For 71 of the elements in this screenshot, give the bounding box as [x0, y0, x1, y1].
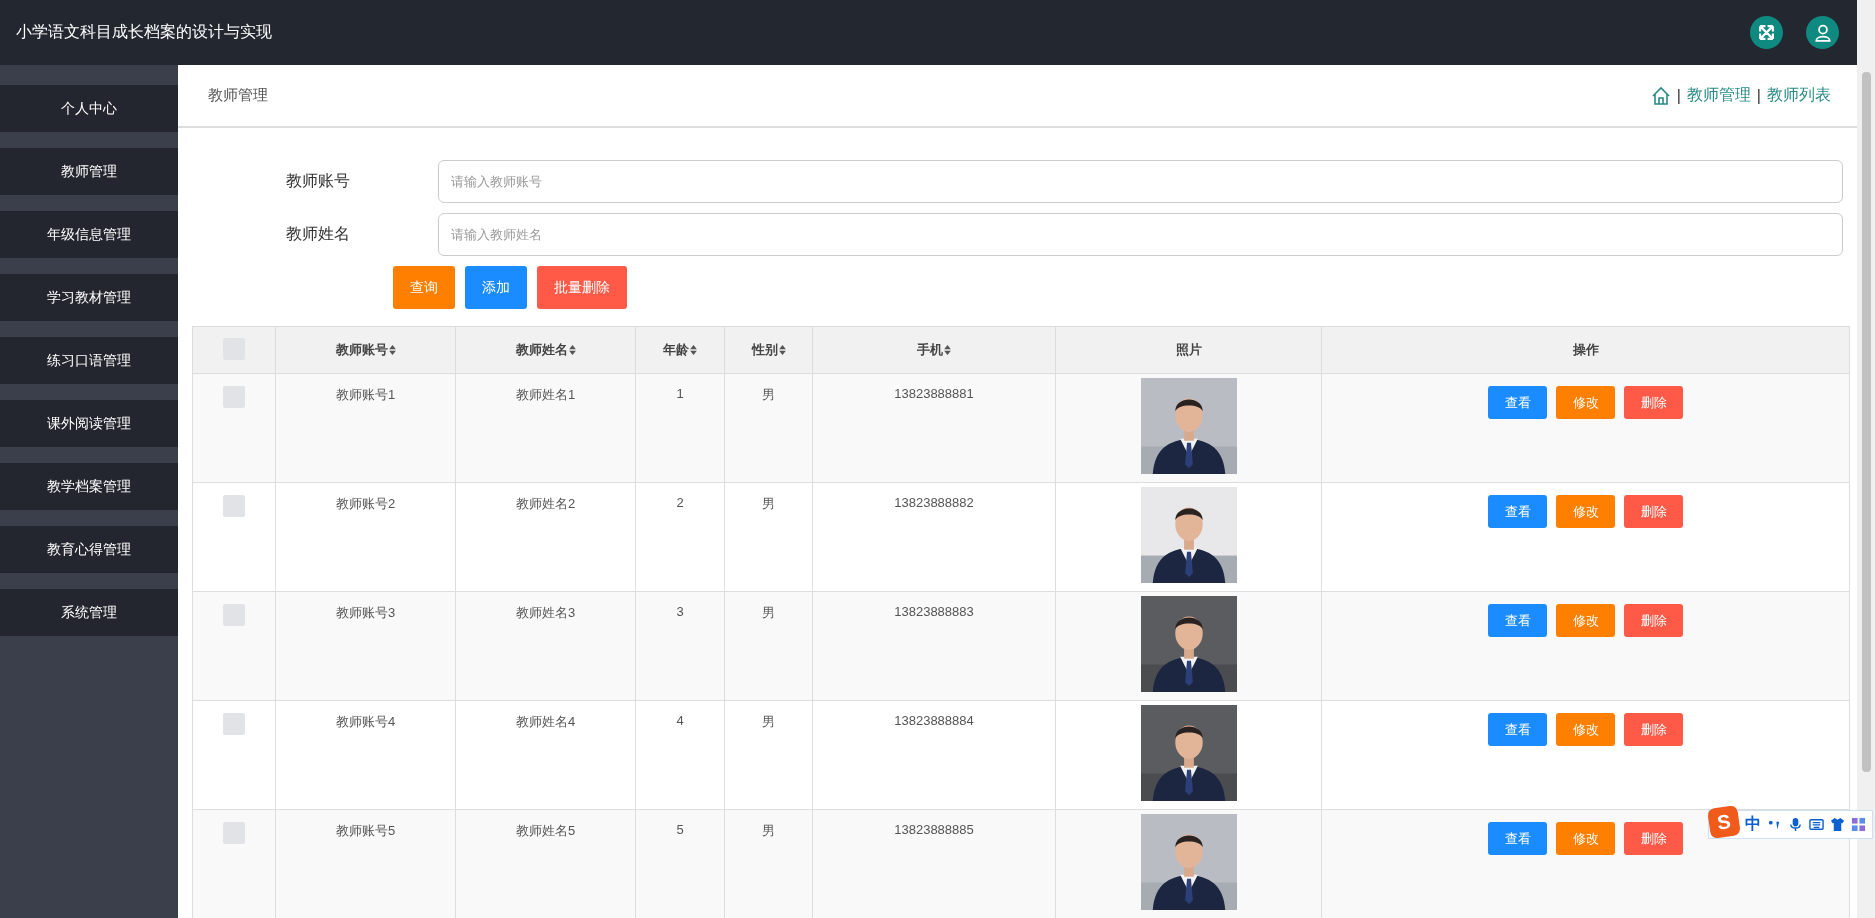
table-cell: 教师姓名1: [515, 386, 576, 404]
ime-logo[interactable]: S: [1707, 804, 1741, 839]
sidebar-item[interactable]: 教学档案管理: [0, 463, 178, 510]
table-cell: 教师姓名5: [515, 822, 576, 840]
table-cell: 13823888882: [894, 495, 974, 510]
edit-button[interactable]: 修改: [1556, 495, 1615, 528]
table-cell: 教师账号2: [335, 495, 396, 513]
delete-button[interactable]: 删除: [1624, 604, 1683, 637]
sidebar-item[interactable]: 年级信息管理: [0, 211, 178, 258]
column-header[interactable]: 教师账号: [335, 341, 388, 359]
column-header[interactable]: 性别: [751, 341, 778, 359]
column-header[interactable]: 教师姓名: [515, 341, 568, 359]
edit-button[interactable]: 修改: [1556, 386, 1615, 419]
app-title: 小学语文科目成长档案的设计与实现: [16, 22, 273, 42]
table-cell: 男: [762, 386, 775, 404]
table-cell: 13823888883: [894, 604, 974, 619]
batch-delete-button[interactable]: 批量删除: [537, 266, 627, 309]
column-header: 照片: [1175, 341, 1202, 359]
table-cell: 教师账号3: [335, 604, 396, 622]
search-field[interactable]: 请输入教师姓名: [438, 213, 1843, 256]
table-cell: 男: [762, 822, 775, 840]
table-cell: 男: [762, 713, 775, 731]
table-cell: 男: [762, 495, 775, 513]
table-cell: 3: [676, 604, 684, 619]
field-label: 教师姓名: [286, 224, 351, 244]
edit-button[interactable]: 修改: [1556, 713, 1615, 746]
page-title: 教师管理: [208, 86, 269, 105]
sidebar-item[interactable]: 练习口语管理: [0, 337, 178, 384]
table-cell: 教师账号5: [335, 822, 396, 840]
view-button[interactable]: 查看: [1488, 386, 1547, 419]
view-button[interactable]: 查看: [1488, 604, 1547, 637]
sidebar-item[interactable]: 个人中心: [0, 85, 178, 132]
search-button[interactable]: 查询: [393, 266, 455, 309]
table-cell: 1: [676, 386, 684, 401]
table-cell: 13823888884: [894, 713, 974, 728]
add-button[interactable]: 添加: [465, 266, 527, 309]
edit-button[interactable]: 修改: [1556, 822, 1615, 855]
breadcrumb-separator: |: [1756, 86, 1761, 105]
breadcrumb-separator: |: [1676, 86, 1681, 105]
breadcrumb-link[interactable]: 教师管理: [1686, 85, 1751, 106]
delete-button[interactable]: 删除: [1624, 713, 1683, 746]
table-cell: 教师账号4: [335, 713, 396, 731]
breadcrumb-link[interactable]: 教师列表: [1767, 85, 1831, 106]
column-header[interactable]: 手机: [917, 341, 943, 359]
table-cell: 2: [676, 495, 684, 510]
delete-button[interactable]: 删除: [1624, 495, 1683, 528]
sidebar-item[interactable]: 系统管理: [0, 589, 178, 636]
table-cell: 5: [676, 822, 684, 837]
delete-button[interactable]: 删除: [1624, 386, 1683, 419]
sidebar-item[interactable]: 学习教材管理: [0, 274, 178, 321]
input-mode-toggle[interactable]: 中: [1745, 814, 1761, 835]
sidebar-item[interactable]: 课外阅读管理: [0, 400, 178, 447]
edit-button[interactable]: 修改: [1556, 604, 1615, 637]
table-cell: 13823888885: [894, 822, 974, 837]
table-cell: 13823888881: [894, 386, 974, 401]
table-cell: 男: [762, 604, 775, 622]
view-button[interactable]: 查看: [1488, 495, 1547, 528]
table-cell: 教师账号1: [335, 386, 396, 404]
table-cell: 教师姓名3: [515, 604, 576, 622]
sidebar-item[interactable]: 教师管理: [0, 148, 178, 195]
column-header[interactable]: 年龄: [663, 341, 689, 359]
view-button[interactable]: 查看: [1488, 713, 1547, 746]
sidebar-item[interactable]: 教育心得管理: [0, 526, 178, 573]
table-cell: 教师姓名2: [515, 495, 576, 513]
field-label: 教师账号: [286, 171, 351, 191]
table-cell: 教师姓名4: [515, 713, 576, 731]
delete-button[interactable]: 删除: [1624, 822, 1683, 855]
column-header: 操作: [1572, 341, 1599, 359]
view-button[interactable]: 查看: [1488, 822, 1547, 855]
table-cell: 4: [676, 713, 684, 728]
search-field[interactable]: 请输入教师账号: [438, 160, 1843, 203]
